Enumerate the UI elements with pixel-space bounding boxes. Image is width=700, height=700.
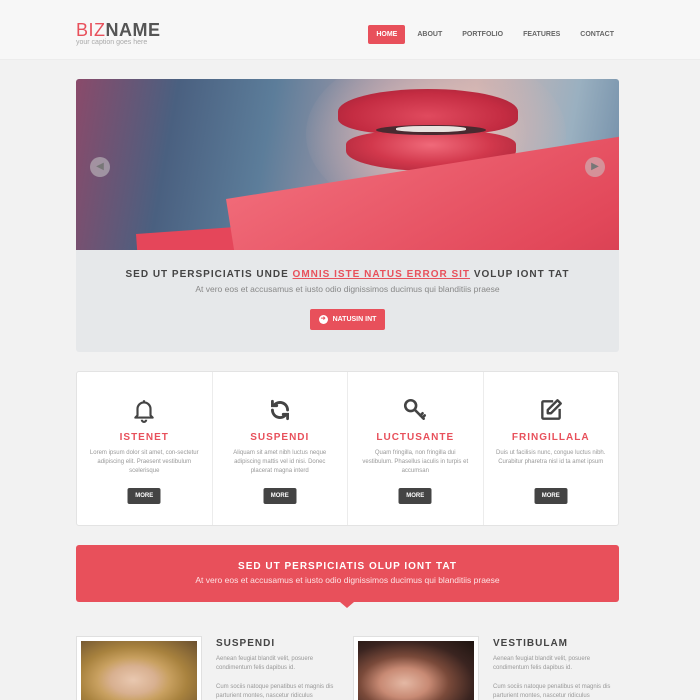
cta-button[interactable]: ➜ NATUSIN INT bbox=[310, 309, 385, 330]
feature-title: SUSPENDI bbox=[250, 432, 310, 443]
slide-title-part: SED UT PERSPICIATIS UNDE bbox=[125, 269, 293, 280]
edit-icon bbox=[537, 396, 565, 424]
more-button[interactable]: MORE bbox=[398, 488, 432, 504]
logo-suffix: NAME bbox=[105, 20, 161, 40]
card-text: Cum sociis natoque penatibus et magnis d… bbox=[216, 684, 334, 699]
arrow-right-icon[interactable]: ▶ bbox=[585, 157, 605, 177]
slide-caption: SED UT PERSPICIATIS UNDE OMNIS ISTE NATU… bbox=[76, 269, 619, 294]
promo-banner: SED UT PERSPICIATIS OLUP IONT TAT At ver… bbox=[76, 545, 619, 608]
content-card: VESTIBULAM Aenean feugiat blandit velit,… bbox=[353, 636, 623, 700]
slide-title-part: VOLUP IONT TAT bbox=[470, 269, 570, 280]
card-photo[interactable] bbox=[76, 636, 202, 700]
slide-title-highlight[interactable]: OMNIS ISTE NATUS ERROR SIT bbox=[293, 269, 471, 280]
feature-text: Aliquam sit amet nibh luctus neque adipi… bbox=[233, 450, 327, 474]
main-nav: HOME ABOUT PORTFOLIO FEATURES CONTACT bbox=[368, 25, 622, 44]
feature-item: LUCTUSANTE Quam fringilla, non fringilla… bbox=[348, 372, 484, 525]
logo[interactable]: BIZNAME bbox=[76, 20, 161, 40]
feature-title: ISTENET bbox=[119, 432, 169, 443]
tagline: your caption goes here bbox=[76, 39, 148, 46]
feature-text: Quam fringilla, non fringilla dui vestib… bbox=[362, 450, 469, 474]
card-text: Cum sociis natoque penatibus et magnis d… bbox=[493, 684, 611, 699]
nav-item-contact[interactable]: CONTACT bbox=[572, 25, 622, 44]
more-button[interactable]: MORE bbox=[127, 488, 161, 504]
arrow-left-icon[interactable]: ◀ bbox=[90, 157, 110, 177]
card-title: VESTIBULAM bbox=[493, 638, 568, 649]
feature-item: FRINGILLALA Duis ut facilisis nunc, cong… bbox=[484, 372, 619, 525]
nav-item-portfolio[interactable]: PORTFOLIO bbox=[454, 25, 511, 44]
feature-title: LUCTUSANTE bbox=[376, 432, 455, 443]
card-title: SUSPENDI bbox=[216, 638, 276, 649]
feature-item: SUSPENDI Aliquam sit amet nibh luctus ne… bbox=[213, 372, 348, 525]
hero-slider: ◀ ▶ SED UT PERSPICIATIS UNDE OMNIS ISTE … bbox=[76, 79, 619, 352]
site-header: BIZNAME your caption goes here HOME ABOU… bbox=[0, 0, 700, 60]
card-photo[interactable] bbox=[353, 636, 479, 700]
logo-prefix: BIZ bbox=[76, 20, 106, 40]
feature-text: Duis ut facilisis nunc, congue luctus ni… bbox=[496, 450, 606, 465]
more-button[interactable]: MORE bbox=[263, 488, 297, 504]
banner-notch bbox=[340, 602, 354, 608]
refresh-icon bbox=[266, 396, 294, 424]
feature-item: ISTENET Lorem ipsum dolor sit amet, con-… bbox=[77, 372, 213, 525]
card-text: Aenean feugiat blandit velit, posuere co… bbox=[493, 656, 591, 671]
feature-text: Lorem ipsum dolor sit amet, con-sectetur… bbox=[89, 450, 199, 474]
slide-subtitle: At vero eos et accusamus et iusto odio d… bbox=[195, 284, 500, 294]
nav-item-about[interactable]: ABOUT bbox=[409, 25, 450, 44]
slide-title: SED UT PERSPICIATIS UNDE OMNIS ISTE NATU… bbox=[76, 269, 619, 280]
nav-item-home[interactable]: HOME bbox=[368, 25, 406, 44]
feature-title: FRINGILLALA bbox=[511, 432, 590, 443]
hero-image: ◀ ▶ bbox=[76, 79, 619, 250]
content-card: SUSPENDI Aenean feugiat blandit velit, p… bbox=[76, 636, 346, 700]
nav-item-features[interactable]: FEATURES bbox=[515, 25, 568, 44]
key-icon bbox=[401, 396, 429, 424]
banner-title: SED UT PERSPICIATIS OLUP IONT TAT bbox=[238, 561, 457, 572]
portrait-image bbox=[81, 641, 197, 700]
card-text: Aenean feugiat blandit velit, posuere co… bbox=[216, 656, 314, 671]
banner-subtitle: At vero eos et accusamus et iusto odio d… bbox=[195, 575, 500, 585]
more-button[interactable]: MORE bbox=[534, 488, 568, 504]
portrait-image bbox=[358, 641, 474, 700]
arrow-circle-icon: ➜ bbox=[318, 315, 328, 324]
bell-icon bbox=[130, 396, 158, 424]
features-panel: ISTENET Lorem ipsum dolor sit amet, con-… bbox=[76, 371, 619, 526]
cta-label: NATUSIN INT bbox=[332, 316, 377, 323]
